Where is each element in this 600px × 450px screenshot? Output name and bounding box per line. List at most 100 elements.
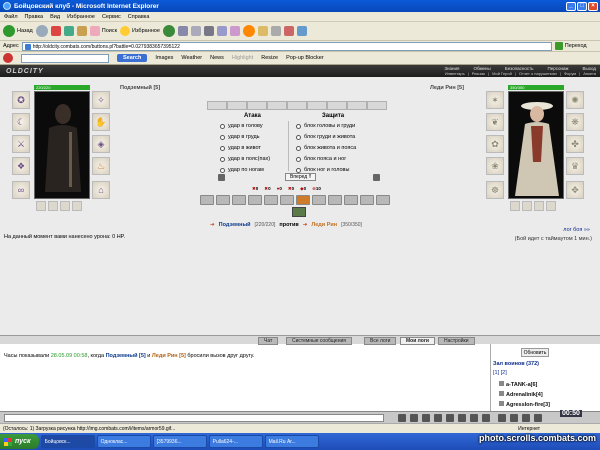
search-button[interactable]: Search <box>117 54 148 62</box>
battle-log-link[interactable]: лог боя »» <box>563 227 590 233</box>
quick-slot-4[interactable] <box>267 101 287 110</box>
gear-icon[interactable] <box>534 414 542 422</box>
player-right-name[interactable]: Леди Рин [5] <box>430 85 464 91</box>
smile-icon[interactable] <box>422 414 430 422</box>
enemy-belt-slot[interactable]: ☸ <box>486 181 504 199</box>
nav-inventory[interactable]: Инвентарь <box>445 71 465 76</box>
menu-edit[interactable]: Правка <box>25 14 44 20</box>
history-icon[interactable] <box>177 26 188 36</box>
tab-settings[interactable]: Настройки <box>438 337 475 345</box>
item-mini-2[interactable] <box>48 201 58 211</box>
favorites-button[interactable]: Избранное <box>120 26 160 36</box>
ring-slot-1[interactable]: ✧ <box>92 91 110 109</box>
skill-4[interactable] <box>248 195 262 205</box>
skill-8[interactable] <box>312 195 326 205</box>
edit-icon[interactable] <box>216 26 227 36</box>
skill-5[interactable] <box>264 195 278 205</box>
go-attack-button[interactable]: Вперед !! <box>285 173 317 181</box>
link-news[interactable]: News <box>210 55 224 61</box>
nav-forum[interactable]: Форум <box>564 71 576 76</box>
block-belt-legs-option[interactable]: блок пояса и ног <box>296 156 346 162</box>
quick-slot-2[interactable] <box>227 101 247 110</box>
enemy-helmet-slot[interactable]: ✶ <box>486 91 504 109</box>
map-icon[interactable] <box>498 414 506 422</box>
skill-2[interactable] <box>216 195 230 205</box>
earrings-slot[interactable]: ☾ <box>12 113 30 131</box>
messenger-icon[interactable] <box>229 26 240 36</box>
enemy-mini-1[interactable] <box>510 201 520 211</box>
task-button[interactable]: [3579936... <box>152 435 207 448</box>
extra-icon[interactable] <box>242 25 255 37</box>
refresh-button[interactable]: Обновить <box>521 348 549 357</box>
tab-all-logs[interactable]: Все логи <box>364 337 397 345</box>
folder-icon[interactable] <box>257 26 268 36</box>
skill-7[interactable] <box>296 195 310 205</box>
skill-10[interactable] <box>344 195 358 205</box>
attack-groin-option[interactable]: удар в пояс(пах) <box>220 156 270 162</box>
link-images[interactable]: Images <box>155 55 173 61</box>
quick-slot-9[interactable] <box>367 101 387 110</box>
link-popup-blocker[interactable]: Pop-up Blocker <box>286 55 324 61</box>
stop-icon[interactable] <box>50 26 61 36</box>
menu-tools[interactable]: Сервис <box>102 14 121 20</box>
search-toolbar-button[interactable]: Поиск <box>89 26 117 36</box>
quick-slot-7[interactable] <box>327 101 347 110</box>
skill-11[interactable] <box>360 195 374 205</box>
start-button[interactable]: пуск <box>0 434 39 449</box>
msg-name-left[interactable]: Подземный [5] <box>106 353 146 359</box>
tool2-icon[interactable] <box>296 26 307 36</box>
address-input[interactable]: http://oldcity.combats.com/buttons.pl?ba… <box>21 41 552 51</box>
enemy-dress-slot[interactable]: ♛ <box>566 157 584 175</box>
enemy-armor-slot[interactable]: ❀ <box>486 157 504 175</box>
nav-report[interactable]: Отчет о нарушениях <box>519 71 557 76</box>
item-mini-4[interactable] <box>72 201 82 211</box>
refresh-icon[interactable] <box>63 26 74 36</box>
skill-3[interactable] <box>232 195 246 205</box>
enemy-ring-slot[interactable]: ✺ <box>566 91 584 109</box>
block-chest-belly-option[interactable]: блок груди и живота <box>296 134 355 140</box>
enemy-mini-2[interactable] <box>522 201 532 211</box>
enemy-mini-4[interactable] <box>546 201 556 211</box>
chat-input[interactable] <box>4 414 384 422</box>
block-belly-belt-option[interactable]: блок живота и пояса <box>296 145 356 151</box>
torch-slot[interactable]: ♨ <box>92 157 110 175</box>
menu-file[interactable]: Файл <box>4 14 18 20</box>
tab-chat[interactable]: Чат <box>258 337 279 345</box>
maximize-button[interactable]: □ <box>577 1 587 11</box>
skill-1[interactable] <box>200 195 214 205</box>
nav-backpack[interactable]: Рюкзак <box>472 71 485 76</box>
quick-slot-1[interactable] <box>207 101 227 110</box>
skill-9[interactable] <box>328 195 342 205</box>
weapon-slot[interactable]: ⚔ <box>12 135 30 153</box>
quick-slot-3[interactable] <box>247 101 267 110</box>
attack-belly-option[interactable]: удар в живот <box>220 145 261 151</box>
attack-chest-option[interactable]: удар в грудь <box>220 134 260 140</box>
tab-system[interactable]: Системные сообщения <box>286 337 352 345</box>
item-mini-1[interactable] <box>36 201 46 211</box>
quick-slot-8[interactable] <box>347 101 367 110</box>
item-mini-3[interactable] <box>60 201 70 211</box>
task-button[interactable]: Mail.Ru Аг... <box>264 435 319 448</box>
task-button[interactable]: Одноклас... <box>96 435 151 448</box>
enemy-boots-slot[interactable]: ✥ <box>566 181 584 199</box>
armor-slot[interactable]: ❖ <box>12 157 30 175</box>
mail-icon[interactable] <box>190 26 201 36</box>
tool-icon[interactable] <box>283 26 294 36</box>
task-button[interactable]: Pulla624-... <box>208 435 263 448</box>
online-user[interactable]: Adrenalinik[4] <box>499 391 543 398</box>
skill-12[interactable] <box>376 195 390 205</box>
link-resize[interactable]: Resize <box>261 55 278 61</box>
attack-legs-option[interactable]: удар по ногам <box>220 167 264 173</box>
skill-6[interactable] <box>280 195 294 205</box>
special-skill-button[interactable] <box>292 207 306 217</box>
filter-icon[interactable] <box>434 414 442 422</box>
enemy-gloves-slot[interactable]: ❋ <box>566 113 584 131</box>
gloves-slot[interactable]: ✋ <box>92 113 110 131</box>
enemy-amulet-slot[interactable]: ❦ <box>486 113 504 131</box>
block-head-chest-option[interactable]: блок головы и груди <box>296 123 355 129</box>
back-button[interactable]: Назад <box>3 25 33 37</box>
enemy-weapon-slot[interactable]: ✿ <box>486 135 504 153</box>
task-button[interactable]: Бойцовск... <box>40 435 95 448</box>
shield-slot[interactable]: ◈ <box>92 135 110 153</box>
menu-help[interactable]: Справка <box>128 14 150 20</box>
